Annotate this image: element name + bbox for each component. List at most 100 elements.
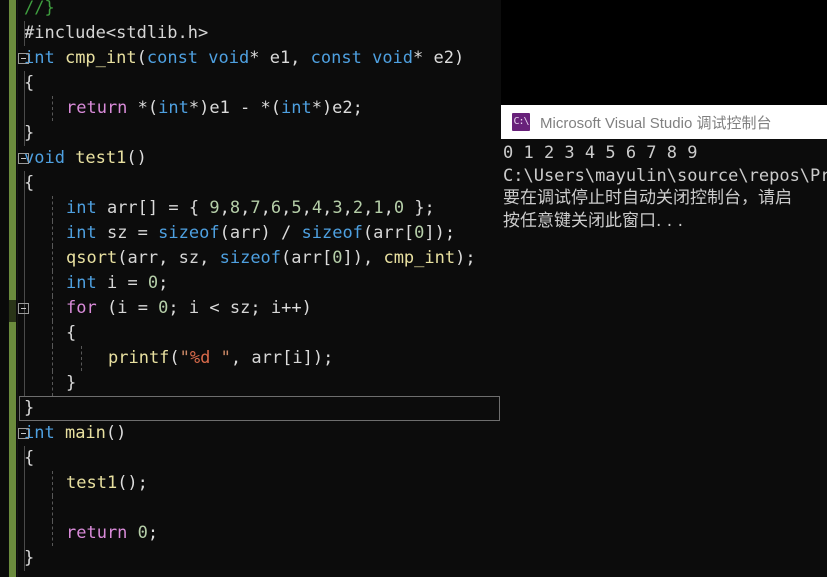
- code-line[interactable]: int main(): [0, 421, 501, 446]
- code-line[interactable]: printf("%d ", arr[i]);: [0, 346, 501, 371]
- indent-guide: [24, 21, 25, 46]
- code-line-text: {: [18, 446, 34, 471]
- indent-guide: [52, 221, 53, 246]
- code-token: sz: [106, 223, 128, 243]
- code-line[interactable]: int sz = sizeof(arr) / sizeof(arr[0]);: [0, 221, 501, 246]
- code-token: *)e2;: [311, 98, 363, 118]
- indent-guide: [81, 346, 82, 371]
- indent-guide: [24, 471, 25, 496]
- code-line[interactable]: }: [0, 546, 501, 571]
- code-line[interactable]: return *(int*)e1 - *(int*)e2;: [0, 96, 501, 121]
- collapse-region-icon[interactable]: [18, 153, 29, 164]
- code-line-text: {: [18, 71, 34, 96]
- code-token: int: [24, 48, 65, 68]
- code-line[interactable]: return 0;: [0, 521, 501, 546]
- code-token: (: [362, 223, 374, 243]
- collapse-region-icon[interactable]: [18, 53, 29, 64]
- code-line[interactable]: int i = 0;: [0, 271, 501, 296]
- code-token: 4: [311, 198, 323, 218]
- code-token: ,: [219, 198, 230, 218]
- code-token: test1: [75, 148, 127, 168]
- code-line[interactable]: #include<stdlib.h>: [0, 21, 501, 46]
- code-line-text: return 0;: [60, 521, 158, 546]
- indent-guide: [52, 271, 53, 296]
- code-line[interactable]: test1();: [0, 471, 501, 496]
- current-line-highlight: [19, 396, 500, 421]
- code-token: sz: [229, 298, 251, 318]
- indent-guide: [24, 521, 25, 546]
- code-token: int: [66, 223, 107, 243]
- code-line[interactable]: }: [0, 121, 501, 146]
- code-line-text: int i = 0;: [60, 271, 168, 296]
- collapse-region-icon[interactable]: [18, 428, 29, 439]
- code-token: 5: [291, 198, 302, 218]
- code-line[interactable]: {: [0, 321, 501, 346]
- code-line-text: }: [18, 121, 34, 146]
- code-line[interactable]: void test1(): [0, 146, 501, 171]
- code-token: *)e1 - *(: [188, 98, 281, 118]
- collapse-region-icon[interactable]: [18, 303, 29, 314]
- code-token: (): [126, 148, 147, 168]
- code-token: 7: [250, 198, 261, 218]
- code-token: (: [169, 348, 180, 368]
- debug-console-window[interactable]: C:\ Microsoft Visual Studio 调试控制台 0 1 2 …: [501, 105, 827, 577]
- code-line[interactable]: {: [0, 446, 501, 471]
- code-token: void: [372, 48, 414, 68]
- code-token: ,: [230, 348, 252, 368]
- code-token: arr: [127, 248, 159, 268]
- code-token: * e2): [413, 48, 465, 68]
- code-line[interactable]: {: [0, 171, 501, 196]
- code-token: [: [322, 248, 333, 268]
- indent-guide: [52, 96, 53, 121]
- code-token: 0: [147, 273, 159, 293]
- code-token: 0: [393, 198, 405, 218]
- code-line[interactable]: //}: [0, 0, 501, 21]
- code-line[interactable]: int cmp_int(const void* e1, const void* …: [0, 46, 501, 71]
- code-token: i: [292, 348, 303, 368]
- code-token: cmp_int: [383, 248, 456, 268]
- indent-guide: [24, 546, 25, 571]
- code-line[interactable]: }: [0, 371, 501, 396]
- code-token: int: [280, 98, 312, 118]
- code-line[interactable]: qsort(arr, sz, sizeof(arr[0]), cmp_int);: [0, 246, 501, 271]
- code-editor-pane[interactable]: //} #include<stdlib.h> int cmp_int(const v…: [0, 0, 501, 577]
- code-token: i: [188, 298, 200, 318]
- code-line-text: return *(int*)e1 - *(int*)e2;: [60, 96, 363, 121]
- code-token: for: [66, 298, 107, 318]
- code-line-text: test1();: [60, 471, 148, 496]
- code-line[interactable]: for (i = 0; i < sz; i++): [0, 296, 501, 321]
- indent-guide: [24, 71, 25, 96]
- code-line-text: //}: [18, 0, 55, 21]
- code-token: {: [24, 73, 35, 93]
- console-title-bar[interactable]: C:\ Microsoft Visual Studio 调试控制台: [501, 105, 827, 139]
- code-token: const: [310, 48, 373, 68]
- code-token: ();: [117, 473, 148, 493]
- code-line[interactable]: int arr[] = { 9,8,7,6,5,4,3,2,1,0 };: [0, 196, 501, 221]
- code-line-text: }: [60, 371, 76, 396]
- code-line-text: }: [18, 546, 34, 571]
- code-token: ": [210, 348, 231, 368]
- code-token: };: [404, 198, 435, 218]
- code-token: arr: [373, 223, 404, 243]
- code-line[interactable]: {: [0, 71, 501, 96]
- console-output-area[interactable]: 0 1 2 3 4 5 6 7 8 9 C:\Users\mayulin\sour…: [501, 139, 827, 577]
- code-line-text: }: [18, 396, 34, 421]
- code-token: (: [117, 248, 128, 268]
- code-token: <: [199, 298, 230, 318]
- code-line[interactable]: }: [0, 396, 501, 421]
- code-token: arr: [106, 198, 138, 218]
- code-token: ,: [260, 198, 271, 218]
- code-token: [: [282, 348, 293, 368]
- code-lines-container[interactable]: //} #include<stdlib.h> int cmp_int(const v…: [0, 0, 501, 571]
- code-line-text: int main(): [18, 421, 126, 446]
- code-line[interactable]: [0, 496, 501, 521]
- code-token: ;: [147, 523, 159, 543]
- code-token: ,: [342, 198, 353, 218]
- code-line-text: for (i = 0; i < sz; i++): [60, 296, 312, 321]
- console-output-line: 要在调试停止时自动关闭控制台，请启: [503, 188, 792, 208]
- code-token: 1: [373, 198, 384, 218]
- code-token: (: [136, 48, 147, 68]
- indent-guide: [52, 371, 53, 396]
- code-token: ;: [168, 298, 189, 318]
- code-token: i: [117, 298, 128, 318]
